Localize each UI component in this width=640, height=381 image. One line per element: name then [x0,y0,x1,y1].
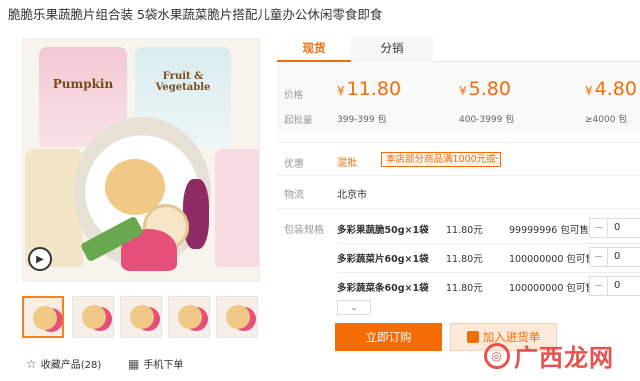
purchase-tabs: 现货 分销 [277,36,640,62]
purple-potato-chip [183,179,209,249]
divider [277,142,640,143]
price-tier-2: ¥5.80 [459,78,511,100]
sku-price: 11.80元 [446,283,483,294]
quantity-stepper[interactable]: − 0 [589,276,640,296]
tier-3-quantity: ≥4000 包 [585,115,628,125]
price-value: 5.80 [468,78,511,100]
sku-name: 多彩蔬菜片60g×1袋 [337,254,429,265]
tab-distribution[interactable]: 分销 [351,36,433,62]
batch-label: 起批量 [284,115,313,126]
watermark: ◎ 广西龙网 [484,338,614,373]
quantity-stepper[interactable]: − 0 [589,218,640,238]
price-value: 11.80 [346,78,402,100]
watermark-logo-icon: ◎ [484,342,510,369]
price-label: 价格 [284,90,304,101]
mobile-order-button[interactable]: ▦ 手机下单 [128,356,184,372]
star-icon: ☆ [26,356,37,371]
order-now-button[interactable]: 立即订购 [335,323,442,351]
currency-symbol: ¥ [459,84,467,98]
promotion-label: 优惠 [284,159,304,170]
expand-more-button[interactable]: ⌄ [337,300,371,315]
thumbnail[interactable] [22,296,64,338]
play-video-icon[interactable]: ▶ [28,247,52,271]
sku-row: 多彩蔬菜片60g×1袋 11.80元 100000000 包可售 − 0 [337,245,640,273]
price-panel: 价格 起批量 ¥11.80 399-399 包 ¥5.80 400-3999 包… [277,62,640,132]
quantity-stepper[interactable]: − 0 [589,247,640,267]
sku-name: 多彩果蔬脆50g×1袋 [337,225,429,236]
tab-spot[interactable]: 现货 [277,36,351,62]
tier-2-quantity: 400-3999 包 [459,115,515,125]
sku-stock: 99999996 包可售 [509,225,589,236]
thumbnail-strip [22,296,260,338]
sku-row: 多彩果蔬脆50g×1袋 11.80元 99999996 包可售 − 0 [337,216,640,244]
pouch-label: Pumpkin [52,77,114,91]
decrement-button[interactable]: − [590,219,608,237]
sku-stock: 100000000 包可售 [509,283,595,294]
divider [277,208,640,209]
thumbnail[interactable] [168,296,210,338]
sku-row: 多彩蔬菜条60g×1袋 11.80元 100000000 包可售 − 0 [337,274,640,302]
sku-price: 11.80元 [446,254,483,265]
favorite-button[interactable]: ☆ 收藏产品(28) [26,356,102,372]
watermark-text: 广西龙网 [514,344,614,372]
cart-icon [466,331,479,343]
mobile-order-label: 手机下单 [143,360,184,371]
price-tier-1: ¥11.80 [337,78,401,100]
tier-1-quantity: 399-399 包 [337,115,387,125]
product-title: 脆脆乐果蔬脆片组合装 5袋水果蔬菜脆片搭配儿童办公休闲零食即食 [8,7,383,22]
pouch-image [215,149,259,267]
currency-symbol: ¥ [585,84,593,98]
promotion-tag: 混批 [337,158,357,169]
thumbnail[interactable] [120,296,162,338]
price-value: 4.80 [594,78,637,100]
decrement-button[interactable]: − [590,248,608,266]
quantity-input[interactable]: 0 [608,277,640,295]
quantity-input[interactable]: 0 [608,248,640,266]
divider [277,175,640,176]
chevron-down-icon: ⌄ [350,303,358,312]
logistics-label: 物流 [284,190,304,201]
pouch-label: Fruit & Vegetable [155,71,211,93]
thumbnail[interactable] [216,296,258,338]
thumbnail[interactable] [72,296,114,338]
quantity-input[interactable]: 0 [608,219,640,237]
sku-price: 11.80元 [446,225,483,236]
price-tier-3: ¥4.80 [585,78,637,100]
sku-stock: 100000000 包可售 [509,254,595,265]
decrement-button[interactable]: − [590,277,608,295]
qr-code-icon: ▦ [128,356,140,371]
main-product-image[interactable]: Pumpkin Fruit & Vegetable [22,38,260,282]
chevron-down-icon[interactable]: ⌄ [493,152,501,162]
promotion-text[interactable]: 本店部分商品满1000元或 [381,152,501,167]
currency-symbol: ¥ [337,84,345,98]
sku-name: 多彩蔬菜条60g×1袋 [337,283,429,294]
favorite-label: 收藏产品(28) [40,360,102,371]
ship-from-value: 北京市 [337,190,367,201]
package-spec-label: 包装规格 [284,225,324,236]
